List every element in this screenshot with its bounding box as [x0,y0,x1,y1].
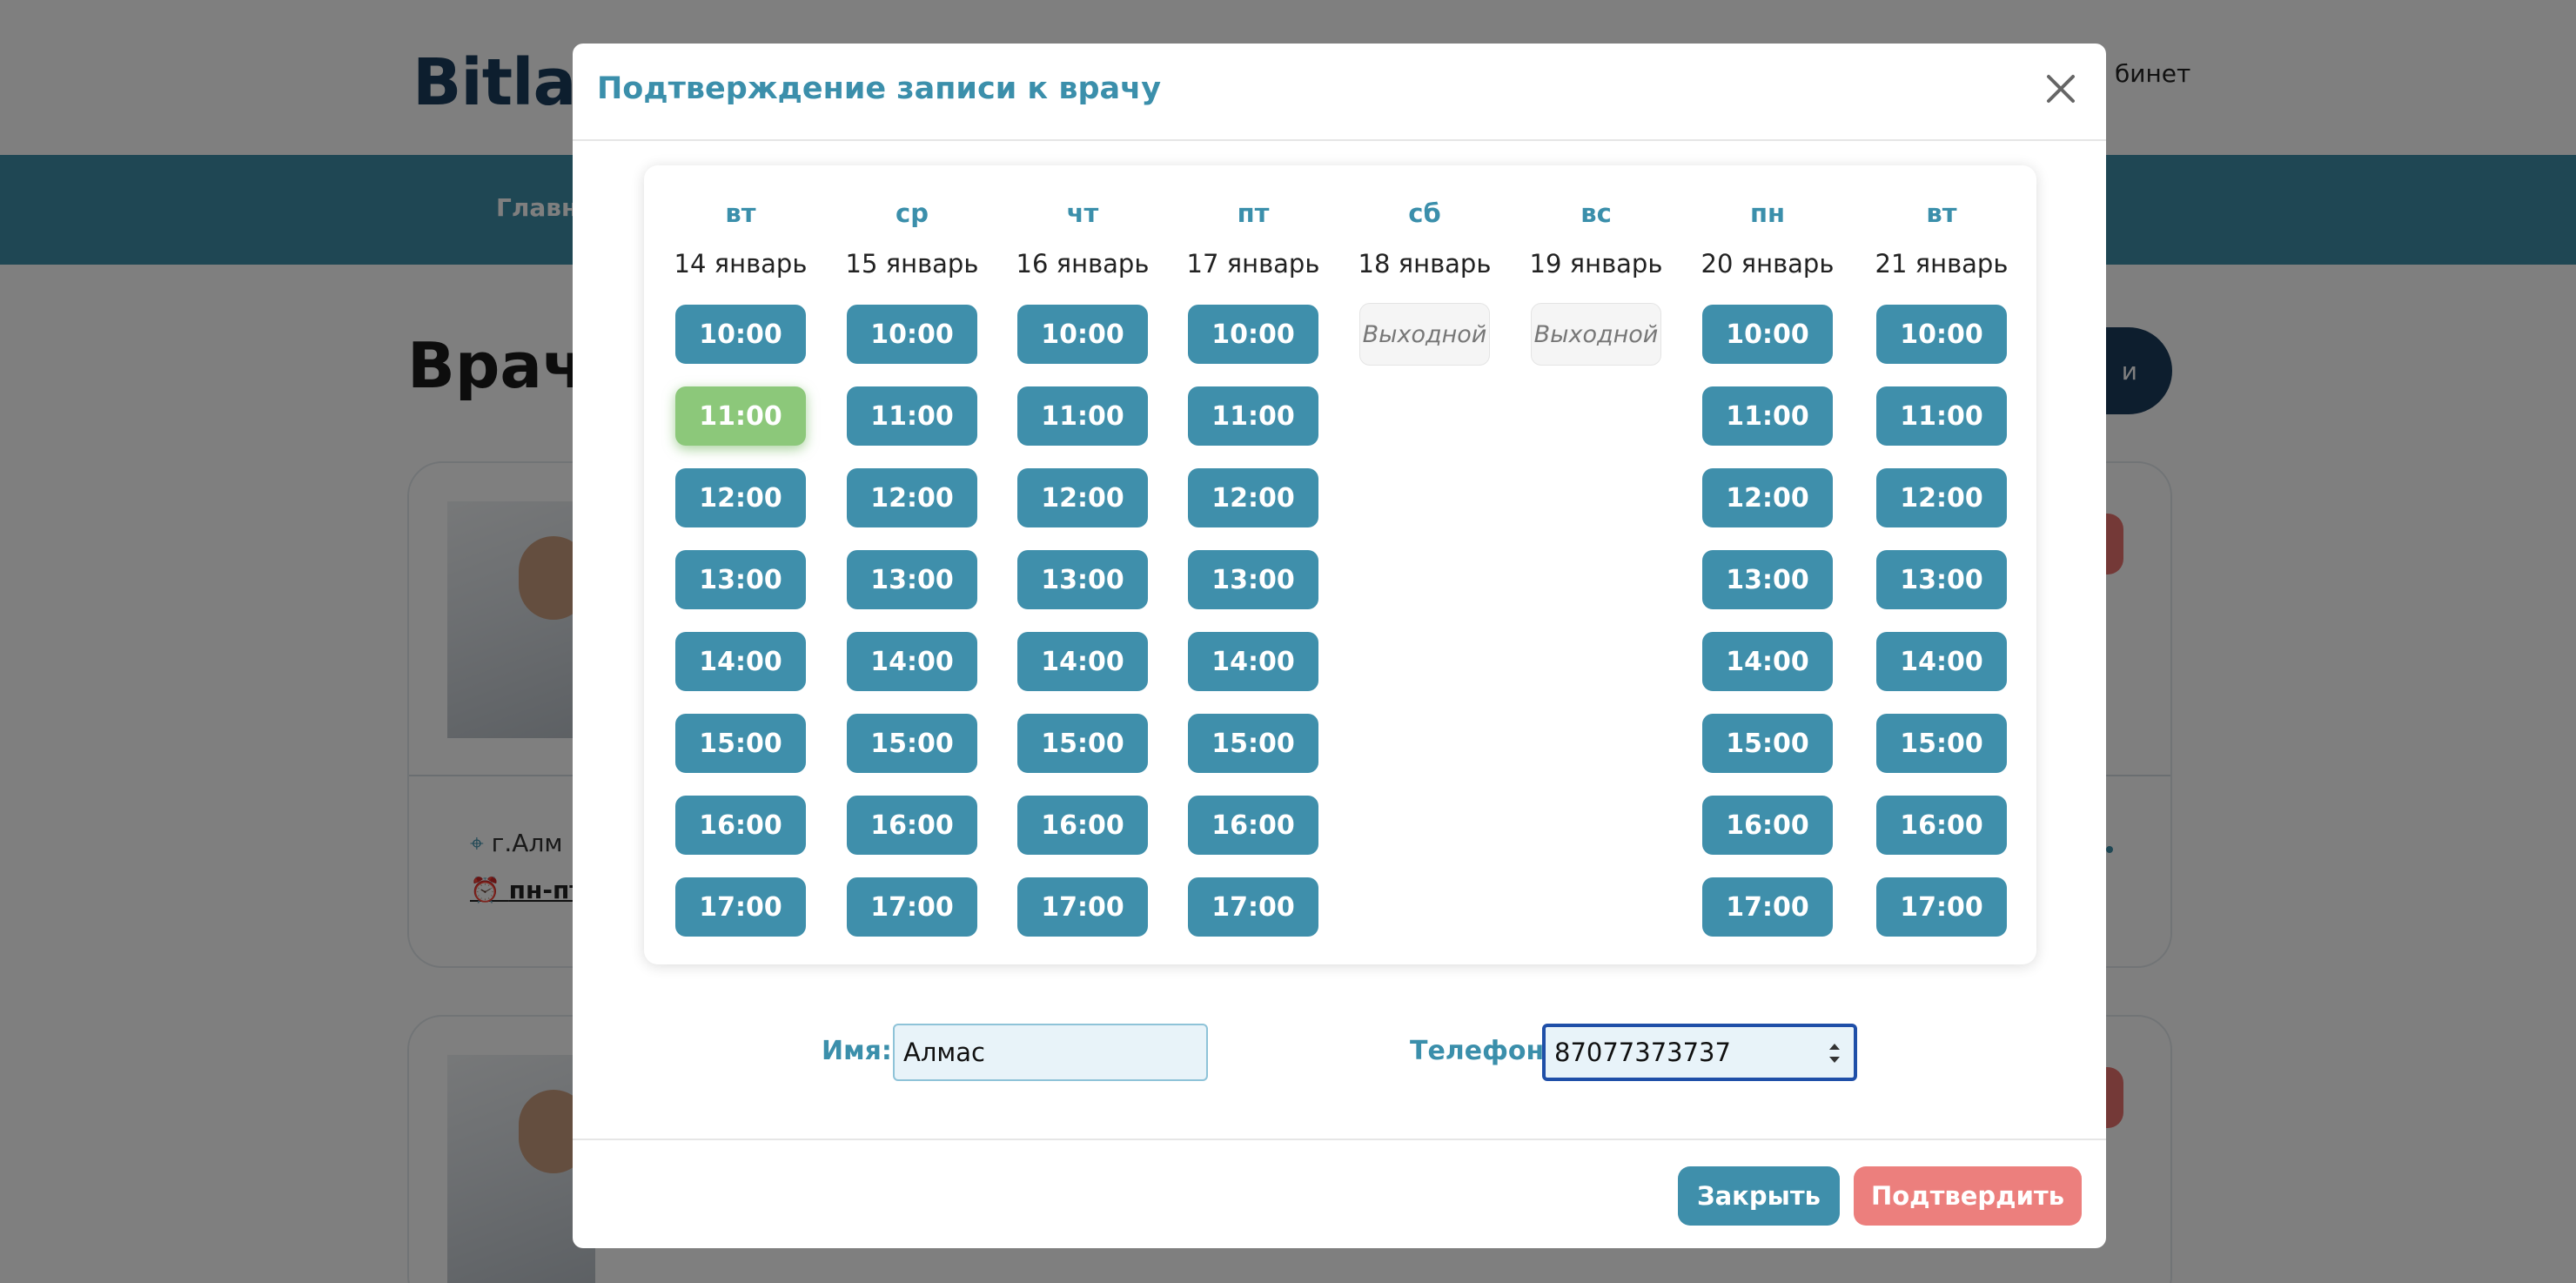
time-slot[interactable]: 17:00 [847,877,977,937]
day-name: ср [896,198,929,228]
time-slot[interactable]: 10:00 [675,305,806,364]
time-slot[interactable]: 13:00 [847,550,977,609]
time-slot[interactable]: 16:00 [1876,796,2007,855]
name-input[interactable] [893,1024,1208,1081]
time-slot[interactable]: 12:00 [847,468,977,527]
day-date: 20 январь [1701,249,1835,279]
time-slot[interactable]: 12:00 [1188,468,1318,527]
contact-form: Имя: Телефон: [573,1024,2106,1085]
modal-footer: Закрыть Подтвердить [573,1139,2106,1248]
modal-title: Подтверждение записи к врачу [597,71,1162,106]
time-slot[interactable]: 15:00 [1876,714,2007,773]
close-button[interactable]: Закрыть [1678,1166,1840,1226]
time-slot[interactable]: 14:00 [675,632,806,691]
day-date: 18 январь [1358,249,1492,279]
day-name: пн [1749,198,1786,228]
close-icon[interactable] [2038,66,2083,111]
day-date: 14 январь [674,249,808,279]
time-slot[interactable]: 14:00 [1017,632,1148,691]
time-slot[interactable]: 10:00 [1017,305,1148,364]
time-slot[interactable]: 12:00 [1876,468,2007,527]
time-slot[interactable]: 15:00 [1017,714,1148,773]
modal-header: Подтверждение записи к врачу [573,44,2106,141]
phone-label: Телефон: [1410,1036,1555,1066]
time-slot[interactable]: 10:00 [1188,305,1318,364]
time-slot[interactable]: 13:00 [675,550,806,609]
name-label: Имя: [822,1036,892,1066]
time-slot[interactable]: 16:00 [675,796,806,855]
time-slot[interactable]: 15:00 [675,714,806,773]
time-slot[interactable]: 10:00 [1876,305,2007,364]
time-slot[interactable]: 14:00 [1702,632,1833,691]
time-slot[interactable]: 11:00 [847,386,977,446]
day-date: 21 январь [1875,249,2009,279]
time-slot[interactable]: 11:00 [1702,386,1833,446]
time-slot[interactable]: 14:00 [1188,632,1318,691]
day-name: вт [1926,198,1957,228]
day-date: 15 январь [845,249,979,279]
day-date: 16 январь [1016,249,1150,279]
time-slot[interactable]: 17:00 [1188,877,1318,937]
time-slot[interactable]: 16:00 [1017,796,1148,855]
day-name: вс [1580,198,1612,228]
time-slot[interactable]: 13:00 [1702,550,1833,609]
time-slot[interactable]: 10:00 [1702,305,1833,364]
time-slot[interactable]: 17:00 [1017,877,1148,937]
day-name: вт [725,198,756,228]
dayoff-badge: Выходной [1531,303,1661,366]
time-slot[interactable]: 13:00 [1188,550,1318,609]
time-slot[interactable]: 12:00 [1702,468,1833,527]
time-slot[interactable]: 15:00 [1702,714,1833,773]
day-date: 17 январь [1186,249,1320,279]
confirm-button[interactable]: Подтвердить [1854,1166,2082,1226]
time-slot[interactable]: 17:00 [1876,877,2007,937]
number-spinner-icon[interactable] [1826,1036,1843,1071]
time-slot[interactable]: 17:00 [675,877,806,937]
schedule-grid: вт 14 январь 10:00 11:00 12:00 13:00 14:00 15:0… [644,165,2036,964]
appointment-modal: Подтверждение записи к врачу вт 14 январь… [573,44,2106,1248]
time-slot[interactable]: 11:00 [1188,386,1318,446]
time-slot[interactable]: 16:00 [1702,796,1833,855]
time-slot[interactable]: 12:00 [675,468,806,527]
time-slot[interactable]: 15:00 [1188,714,1318,773]
time-slot[interactable]: 17:00 [1702,877,1833,937]
time-slot[interactable]: 11:00 [1017,386,1148,446]
time-slot[interactable]: 13:00 [1017,550,1148,609]
time-slot[interactable]: 13:00 [1876,550,2007,609]
day-name: пт [1237,198,1270,228]
day-name: сб [1408,198,1441,228]
time-slot[interactable]: 12:00 [1017,468,1148,527]
time-slot[interactable]: 15:00 [847,714,977,773]
day-date: 19 январь [1529,249,1663,279]
time-slot-selected[interactable]: 11:00 [675,386,806,446]
time-slot[interactable]: 14:00 [1876,632,2007,691]
day-name: чт [1066,198,1099,228]
time-slot[interactable]: 10:00 [847,305,977,364]
time-slot[interactable]: 11:00 [1876,386,2007,446]
dayoff-badge: Выходной [1359,303,1490,366]
time-slot[interactable]: 16:00 [847,796,977,855]
time-slot[interactable]: 14:00 [847,632,977,691]
phone-input[interactable] [1542,1024,1857,1081]
time-slot[interactable]: 16:00 [1188,796,1318,855]
